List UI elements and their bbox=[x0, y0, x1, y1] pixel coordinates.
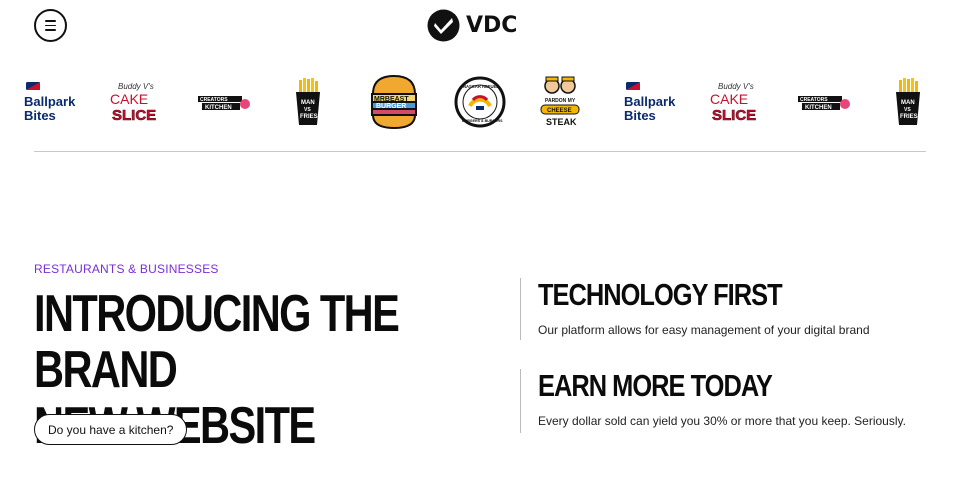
brand-text: Bites bbox=[24, 108, 56, 123]
vdc-logo[interactable]: VDC bbox=[427, 9, 517, 42]
brand-text: MAN bbox=[301, 100, 315, 106]
brand-text: FRIES bbox=[900, 114, 918, 120]
brand-logo-pardon-my-cheesesteak[interactable]: PARDON MY CHEESE STEAK bbox=[536, 70, 584, 134]
brand-logo-cake-slice[interactable]: Buddy V's CAKE SLICE bbox=[106, 70, 166, 134]
brand-text: Ballpark bbox=[624, 94, 676, 109]
brand-text: CREATORS bbox=[200, 97, 228, 103]
brand-text: MAN bbox=[901, 100, 915, 106]
brand-logo-strip: Ballpark Bites Buddy V's CAKE SLICE CREA… bbox=[0, 70, 960, 134]
brand-text: CHEESE bbox=[547, 108, 572, 114]
menu-button[interactable] bbox=[34, 9, 67, 42]
brand-text: BURGER bbox=[376, 103, 406, 110]
brand-text: PARDON MY bbox=[545, 98, 576, 104]
brand-text: MRBEAST bbox=[374, 96, 409, 103]
brand-logo-mrbeast-burger[interactable]: MRBEAST BURGER bbox=[368, 70, 420, 134]
brand-text: Bites bbox=[624, 108, 656, 123]
brand-logo-creators-kitchen[interactable]: CREATORS KITCHEN bbox=[196, 70, 252, 134]
brand-text: CAKE bbox=[710, 91, 748, 107]
brand-logo-man-vs-fries[interactable]: MAN VS FRIES bbox=[890, 70, 926, 134]
feature-text: Our platform allows for easy management … bbox=[538, 323, 870, 337]
kitchen-cta-button[interactable]: Do you have a kitchen? bbox=[34, 414, 188, 445]
brand-text: STEAK bbox=[546, 117, 577, 127]
brand-text: CAKE bbox=[110, 91, 148, 107]
brand-text: VS bbox=[904, 107, 911, 113]
brand-text: Buddy V's bbox=[118, 82, 154, 91]
brand-text: KITCHEN bbox=[805, 105, 832, 111]
brand-text: CREATORS bbox=[800, 97, 828, 103]
brand-logo-creators-kitchen[interactable]: CREATORS KITCHEN bbox=[796, 70, 852, 134]
logo-text: VDC bbox=[466, 13, 518, 38]
vdc-check-mark-icon bbox=[427, 9, 460, 42]
brand-text: Ballpark bbox=[24, 94, 76, 109]
site-header: VDC bbox=[0, 0, 960, 52]
feature-title: EARN MORE TODAY bbox=[538, 368, 773, 403]
feature-text: Every dollar sold can yield you 30% or m… bbox=[538, 414, 906, 428]
brand-text: FRIES bbox=[300, 114, 318, 120]
brand-text: SLICE bbox=[112, 107, 156, 124]
brand-text: KITCHEN bbox=[205, 105, 232, 111]
section-eyebrow: RESTAURANTS & BUSINESSES bbox=[34, 262, 219, 276]
headline-line-1: INTRODUCING THE BRAND bbox=[34, 285, 400, 399]
brand-text: SLICE bbox=[712, 107, 756, 124]
feature-title: TECHNOLOGY FIRST bbox=[538, 277, 783, 312]
feature-earn-more-today: EARN MORE TODAY Every dollar sold can yi… bbox=[520, 369, 906, 433]
brand-logo-ballpark-bites[interactable]: Ballpark Bites bbox=[22, 70, 82, 134]
section-divider bbox=[34, 151, 926, 152]
brand-text: NASCAR REFUEL bbox=[463, 84, 499, 89]
brand-logo-man-vs-fries[interactable]: MAN VS FRIES bbox=[290, 70, 326, 134]
hamburger-menu-icon bbox=[45, 20, 56, 22]
brand-text: VS bbox=[304, 107, 311, 113]
brand-logo-cake-slice[interactable]: Buddy V's CAKE SLICE bbox=[706, 70, 766, 134]
brand-logo-nascar-refuel[interactable]: NASCAR REFUEL BURGERS & BURGERS bbox=[452, 70, 508, 134]
brand-text: Buddy V's bbox=[718, 82, 754, 91]
brand-logo-ballpark-bites[interactable]: Ballpark Bites bbox=[622, 70, 682, 134]
brand-text: BURGERS & BURGERS bbox=[462, 119, 503, 123]
feature-technology-first: TECHNOLOGY FIRST Our platform allows for… bbox=[520, 278, 870, 340]
